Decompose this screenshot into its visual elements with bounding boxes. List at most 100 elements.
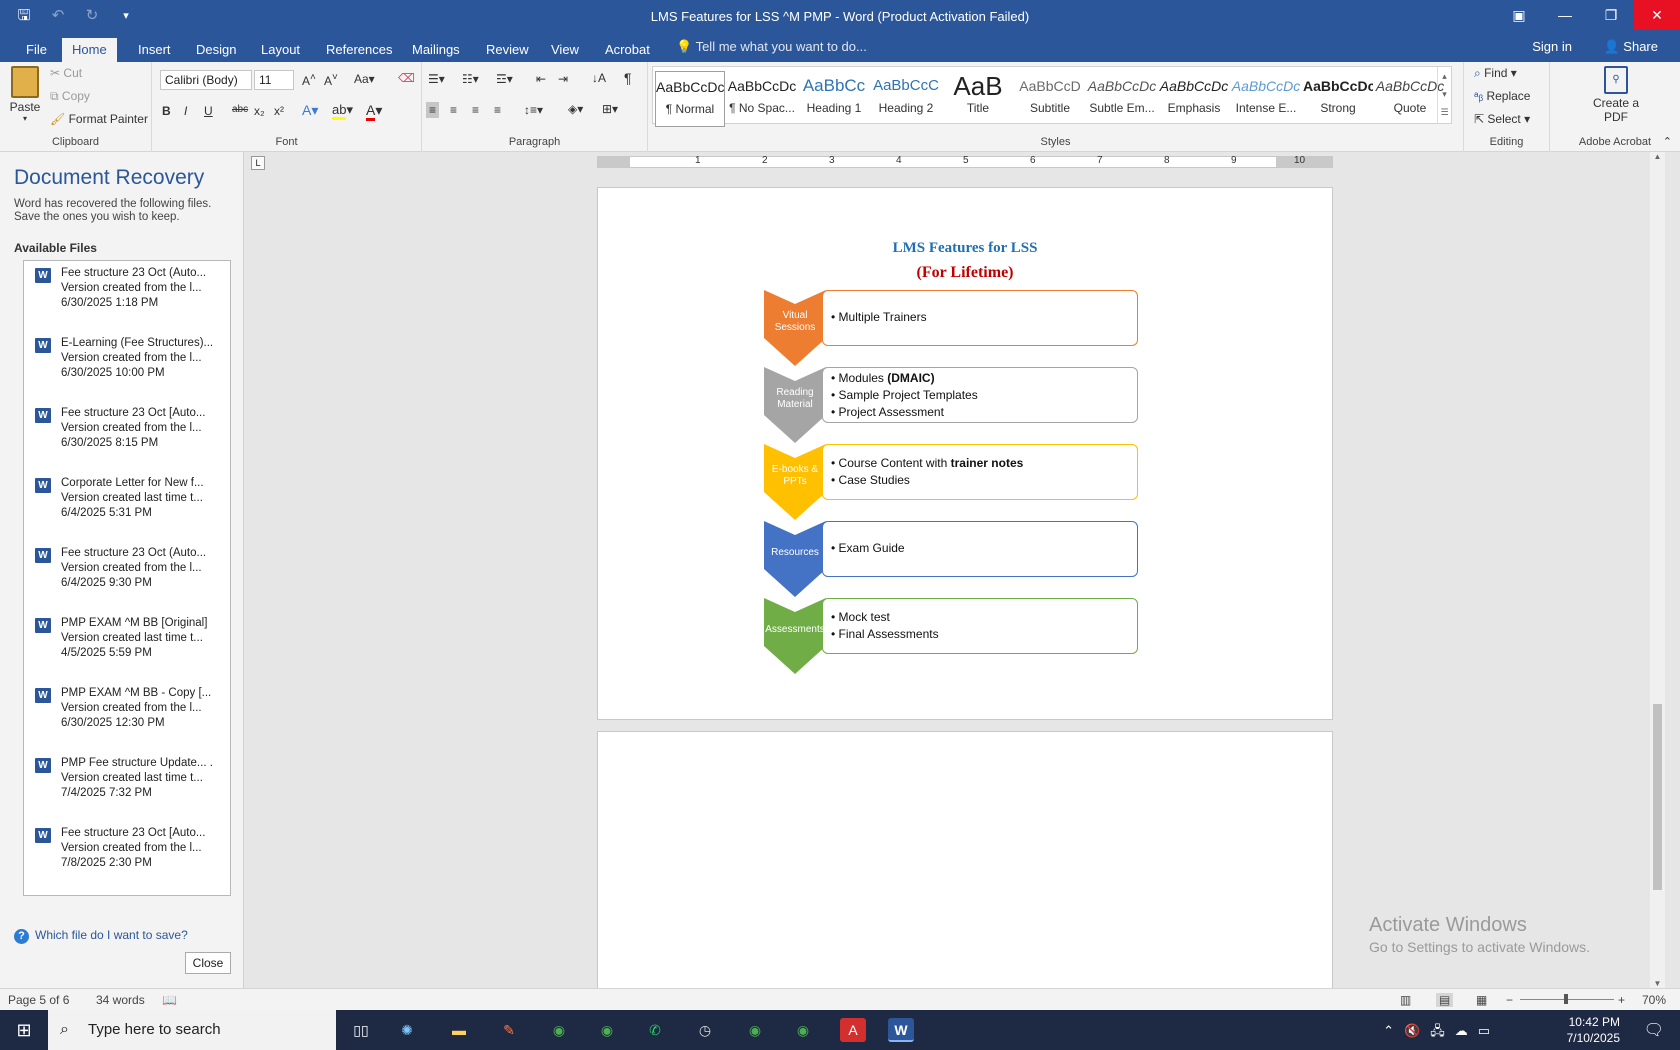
chrome-icon[interactable]: ◉ xyxy=(546,1018,572,1042)
acrobat-icon[interactable]: A xyxy=(840,1018,866,1042)
style-heading-2[interactable]: AaBbCcC Heading 2 xyxy=(871,71,941,127)
ribbon-display-icon[interactable]: ▣ xyxy=(1496,0,1542,30)
chrome-icon[interactable]: ◉ xyxy=(594,1018,620,1042)
tell-me-box[interactable]: 💡 Tell me what you want to do... xyxy=(676,39,867,55)
copy-button[interactable]: ⧉ Copy xyxy=(50,89,90,104)
pilcrow-icon[interactable]: ¶ xyxy=(624,70,632,86)
font-size-select[interactable]: 11 xyxy=(254,70,294,90)
shrink-font-icon[interactable]: A˅ xyxy=(324,72,338,88)
tab-view[interactable]: View xyxy=(541,38,589,62)
list-item[interactable]: W PMP EXAM ^M BB - Copy [... Version creat… xyxy=(24,681,230,751)
sign-in-link[interactable]: Sign in xyxy=(1532,39,1572,54)
close-icon[interactable]: ✕ xyxy=(1634,0,1680,30)
font-color-icon[interactable]: A▾ xyxy=(366,102,382,121)
whatsapp-icon[interactable]: ✆ xyxy=(642,1018,668,1042)
share-button[interactable]: 👤 Share xyxy=(1603,39,1658,55)
scroll-up-icon[interactable]: ▲ xyxy=(1650,152,1665,161)
tab-file[interactable]: File xyxy=(16,38,57,62)
taskbar-search[interactable]: ⌕ Type here to search xyxy=(48,1010,336,1050)
style-strong[interactable]: AaBbCcDc Strong xyxy=(1303,71,1373,127)
font-family-select[interactable]: Calibri (Body) xyxy=(160,70,252,90)
app-icon[interactable]: ✎ xyxy=(496,1018,522,1042)
tab-references[interactable]: References xyxy=(316,38,402,62)
bold-button[interactable]: B xyxy=(162,104,171,118)
style-title[interactable]: AaB Title xyxy=(943,71,1013,127)
list-item[interactable]: W Fee structure 23 Oct [Auto... Version cr… xyxy=(24,401,230,471)
tab-design[interactable]: Design xyxy=(186,38,246,62)
web-layout-icon[interactable]: ▦ xyxy=(1476,993,1487,1007)
tab-mailings[interactable]: Mailings xyxy=(402,38,470,62)
tab-selector-icon[interactable]: L xyxy=(251,156,265,170)
underline-button[interactable]: U xyxy=(204,104,213,118)
style-emphasis[interactable]: AaBbCcDc Emphasis xyxy=(1159,71,1229,127)
list-item[interactable]: W PMP EXAM ^M BB [Original] Version create… xyxy=(24,611,230,681)
read-mode-icon[interactable]: ▥ xyxy=(1400,993,1411,1007)
paste-button[interactable]: Paste ▾ xyxy=(8,66,42,123)
task-view-icon[interactable]: ▯▯ xyxy=(348,1018,374,1042)
tab-acrobat[interactable]: Acrobat xyxy=(595,38,660,62)
superscript-button[interactable]: x² xyxy=(274,104,284,118)
style-quote[interactable]: AaBbCcDc Quote xyxy=(1375,71,1445,127)
style-no-spacing[interactable]: AaBbCcDc ¶ No Spac... xyxy=(727,71,797,127)
minimize-icon[interactable]: — xyxy=(1542,0,1588,30)
multilevel-list-icon[interactable]: ☲▾ xyxy=(496,72,513,86)
tab-layout[interactable]: Layout xyxy=(251,38,310,62)
close-recovery-button[interactable]: Close xyxy=(185,952,231,974)
word-count[interactable]: 34 words xyxy=(96,993,145,1007)
proofing-icon[interactable]: 📖 xyxy=(162,993,177,1007)
style-subtle-emphasis[interactable]: AaBbCcDc Subtle Em... xyxy=(1087,71,1157,127)
styles-scroll[interactable]: ▴ ▾ ☰ xyxy=(1437,67,1451,123)
recovered-file-list[interactable]: W Fee structure 23 Oct (Auto... Version cr… xyxy=(23,260,231,896)
print-layout-icon[interactable]: ▤ xyxy=(1436,993,1454,1007)
chrome-icon[interactable]: ◉ xyxy=(790,1018,816,1042)
system-tray-icons[interactable]: ⌃🔇🖧☁▭ xyxy=(1383,1022,1500,1044)
line-spacing-icon[interactable]: ↕≡▾ xyxy=(524,103,543,117)
highlight-icon[interactable]: ab▾ xyxy=(332,102,353,120)
chrome-icon[interactable]: ◉ xyxy=(742,1018,768,1042)
italic-button[interactable]: I xyxy=(184,104,187,118)
zoom-slider-thumb[interactable] xyxy=(1564,994,1568,1004)
taskbar-clock[interactable]: 10:42 PM 7/10/2025 xyxy=(1567,1010,1620,1050)
document-page[interactable]: LMS Features for LSS (For Lifetime) Vitu… xyxy=(597,187,1333,720)
strikethrough-button[interactable]: abc xyxy=(232,104,248,115)
select-button[interactable]: ⇱ Select ▾ xyxy=(1474,112,1530,126)
replace-button[interactable]: ᵃᵦ Replace xyxy=(1474,89,1530,103)
list-item[interactable]: W PMP Fee structure Update... . Version cr… xyxy=(24,751,230,821)
scroll-down-icon[interactable]: ▼ xyxy=(1650,979,1665,988)
list-item[interactable]: W Fee structure 23 Oct (Auto... Version cr… xyxy=(24,261,230,331)
borders-icon[interactable]: ⊞▾ xyxy=(602,102,618,116)
word-icon[interactable]: W xyxy=(888,1018,914,1042)
align-right-icon[interactable]: ≡ xyxy=(472,103,479,117)
tab-insert[interactable]: Insert xyxy=(128,38,181,62)
page-count[interactable]: Page 5 of 6 xyxy=(8,993,69,1007)
document-page-next[interactable] xyxy=(597,731,1333,988)
zoom-slider[interactable] xyxy=(1520,994,1614,1004)
list-item[interactable]: W Fee structure 23 Oct [Auto... Version cr… xyxy=(24,821,230,891)
vertical-scrollbar[interactable]: ▲ ▼ xyxy=(1650,152,1665,988)
style-subtitle[interactable]: AaBbCcD Subtitle xyxy=(1015,71,1085,127)
horizontal-ruler[interactable]: 1 2 3 4 5 6 7 8 9 10 xyxy=(597,155,1333,168)
find-button[interactable]: ⌕ Find ▾ xyxy=(1474,66,1517,81)
cut-button[interactable]: ✂ Cut xyxy=(50,66,82,80)
list-item[interactable]: W Fee structure 23 Oct (Auto... Version cr… xyxy=(24,541,230,611)
restore-icon[interactable]: ❐ xyxy=(1588,0,1634,30)
grow-font-icon[interactable]: A˄ xyxy=(302,72,316,88)
collapse-ribbon-icon[interactable]: ⌃ xyxy=(1663,135,1672,148)
numbering-icon[interactable]: ☷▾ xyxy=(462,72,479,86)
tab-home[interactable]: Home xyxy=(62,38,117,62)
justify-icon[interactable]: ≡ xyxy=(494,103,501,117)
windows-start-icon[interactable]: ⊞ xyxy=(0,1010,48,1050)
clock-app-icon[interactable]: ◷ xyxy=(692,1018,718,1042)
style-normal[interactable]: AaBbCcDc ¶ Normal xyxy=(655,71,725,127)
bullets-icon[interactable]: ☰▾ xyxy=(428,72,445,86)
clear-formatting-icon[interactable]: ⌫ xyxy=(398,71,415,85)
align-left-icon[interactable]: ≡ xyxy=(426,102,440,118)
sort-icon[interactable]: ↓A xyxy=(592,71,606,85)
file-explorer-icon[interactable]: ▬ xyxy=(446,1018,472,1042)
zoom-level[interactable]: 70% xyxy=(1642,993,1666,1007)
which-file-link[interactable]: ? Which file do I want to save? xyxy=(14,928,188,944)
align-center-icon[interactable]: ≡ xyxy=(450,103,457,117)
style-intense-emphasis[interactable]: AaBbCcDc Intense E... xyxy=(1231,71,1301,127)
shading-icon[interactable]: ◈▾ xyxy=(568,102,583,116)
create-pdf-button[interactable]: ⚲ Create a PDF xyxy=(1586,66,1646,124)
